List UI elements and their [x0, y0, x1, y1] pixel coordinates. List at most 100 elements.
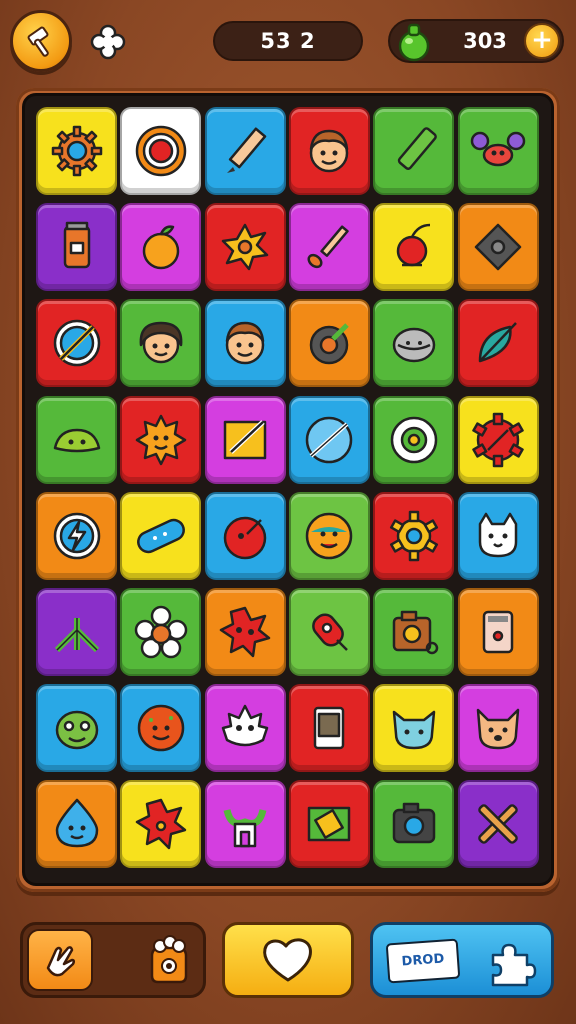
tile[interactable] — [373, 107, 455, 195]
ticket-card: DROD — [385, 938, 461, 984]
tile[interactable] — [36, 395, 117, 484]
boy-face-icon — [225, 322, 265, 365]
tile[interactable] — [204, 107, 286, 195]
kitty-icon — [392, 710, 435, 750]
tile[interactable] — [120, 491, 202, 580]
tile[interactable] — [373, 588, 455, 676]
tile[interactable] — [288, 780, 370, 869]
tile[interactable] — [36, 203, 117, 292]
gear-icon — [51, 125, 102, 177]
tile[interactable] — [36, 684, 117, 773]
tile[interactable] — [288, 107, 370, 195]
game-board — [22, 93, 554, 886]
tile[interactable] — [288, 588, 370, 676]
eraser-icon — [308, 807, 351, 842]
tile[interactable] — [457, 107, 539, 195]
tile[interactable] — [288, 203, 370, 292]
alien-icon — [55, 710, 98, 750]
rocket-icon — [312, 613, 349, 651]
brush-icon — [307, 225, 350, 269]
tile[interactable] — [373, 684, 455, 773]
tile[interactable] — [36, 780, 117, 869]
diamond-icon — [474, 223, 522, 271]
boy-face-icon — [310, 129, 349, 173]
pencil-icon — [227, 127, 267, 173]
heart-icon — [263, 938, 312, 982]
heart-button[interactable] — [222, 922, 354, 998]
hammer-icon — [27, 26, 49, 57]
tile[interactable] — [457, 299, 539, 388]
tile[interactable] — [373, 203, 455, 292]
cookie-icon — [137, 704, 185, 752]
tile[interactable] — [288, 684, 370, 773]
fox-icon — [476, 708, 520, 750]
tile[interactable] — [373, 395, 455, 484]
tile[interactable] — [120, 588, 202, 676]
sun-face-icon — [135, 414, 187, 465]
puzzle-button[interactable]: DROD — [370, 922, 554, 998]
tile[interactable] — [457, 588, 539, 676]
camera-icon — [392, 610, 438, 655]
tile[interactable] — [288, 299, 370, 388]
red-cog-icon — [472, 412, 524, 467]
cherry-icon — [396, 223, 430, 267]
note-icon — [223, 419, 267, 459]
camera-dark-icon — [392, 803, 435, 844]
tile[interactable] — [204, 684, 286, 773]
red-splat-icon — [219, 606, 271, 658]
compass-icon — [53, 320, 100, 367]
smiley-icon — [306, 512, 353, 560]
ghost-icon — [221, 704, 269, 747]
tile[interactable] — [457, 491, 539, 580]
tile[interactable] — [204, 299, 286, 388]
tile[interactable] — [120, 203, 202, 292]
girl-face-icon — [139, 322, 183, 364]
tile[interactable] — [373, 299, 455, 388]
tile[interactable] — [288, 491, 370, 580]
tile[interactable] — [288, 395, 370, 484]
leaf-icon — [478, 322, 517, 363]
blob-icon — [53, 428, 100, 452]
top-bar: 53 2 303 + — [0, 0, 576, 84]
bandage-icon — [136, 518, 185, 553]
flower-icon[interactable] — [90, 24, 126, 60]
tools-panel — [20, 922, 206, 998]
puzzle-piece-icon — [491, 943, 537, 987]
tile[interactable] — [204, 203, 286, 292]
cat-icon — [478, 512, 518, 558]
add-coins-button[interactable]: + — [524, 23, 560, 59]
tile[interactable] — [457, 780, 539, 869]
star-splat-icon — [135, 799, 187, 850]
tile[interactable] — [120, 299, 202, 388]
green-potion-icon — [398, 23, 430, 62]
tile[interactable] — [120, 107, 202, 195]
tile[interactable] — [204, 395, 286, 484]
hand-button[interactable] — [27, 929, 93, 991]
tile[interactable] — [36, 588, 117, 676]
tile[interactable] — [120, 395, 202, 484]
sprout-icon — [54, 618, 99, 653]
tile[interactable] — [373, 491, 455, 580]
flower-icon — [134, 605, 188, 659]
tile[interactable] — [457, 395, 539, 484]
hand-icon — [46, 946, 76, 977]
tile[interactable] — [36, 299, 117, 388]
tile[interactable] — [36, 107, 117, 195]
red-ball-icon — [223, 516, 267, 560]
crab-icon — [470, 131, 526, 167]
drop-face-icon — [55, 799, 98, 848]
coins-value: 303 — [463, 29, 507, 53]
tile[interactable] — [120, 684, 202, 773]
jar-icon — [63, 221, 90, 269]
tile[interactable] — [457, 684, 539, 773]
tile[interactable] — [204, 588, 286, 676]
tile[interactable] — [204, 491, 286, 580]
orange-icon — [142, 225, 180, 270]
tile[interactable] — [120, 780, 202, 869]
settings-button[interactable] — [10, 10, 72, 72]
tile[interactable] — [204, 780, 286, 869]
tile[interactable] — [36, 491, 117, 580]
tile[interactable] — [373, 780, 455, 869]
tile[interactable] — [457, 203, 539, 292]
bag-button[interactable] — [139, 929, 199, 991]
